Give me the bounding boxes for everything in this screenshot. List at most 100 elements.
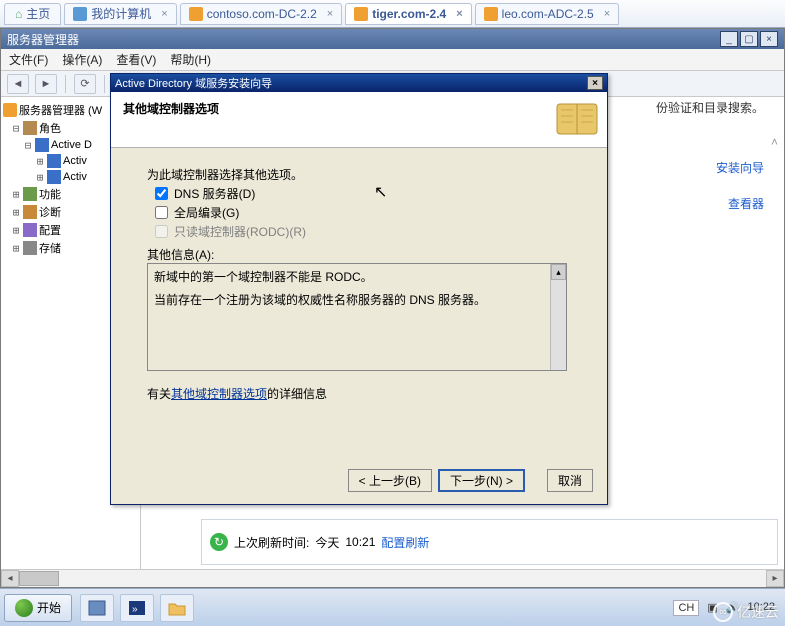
expand-icon[interactable]: ⊞ bbox=[11, 242, 21, 255]
option-gc-row: 全局编录(G) bbox=[155, 204, 571, 221]
language-indicator[interactable]: CH bbox=[673, 600, 699, 616]
content-link[interactable]: 查看器 bbox=[728, 195, 764, 212]
tree-label: Active D bbox=[51, 139, 92, 151]
tab-my-computer[interactable]: 我的计算机 × bbox=[64, 3, 176, 25]
scroll-thumb[interactable] bbox=[19, 571, 59, 586]
wizard-heading: 其他域控制器选项 bbox=[123, 100, 595, 117]
tree-label: Activ bbox=[63, 171, 87, 183]
features-icon bbox=[23, 187, 37, 201]
svg-text:»: » bbox=[132, 604, 138, 615]
diagnostics-icon bbox=[23, 205, 37, 219]
tab-tiger[interactable]: tiger.com-2.4 × bbox=[345, 3, 471, 25]
windows-orb-icon bbox=[15, 599, 33, 617]
storage-icon bbox=[23, 241, 37, 255]
more-info: 有关其他域控制器选项的详细信息 bbox=[147, 385, 571, 402]
scroll-track[interactable] bbox=[19, 570, 766, 587]
menu-action[interactable]: 操作(A) bbox=[62, 51, 102, 68]
start-button[interactable]: 开始 bbox=[4, 594, 72, 622]
wizard-title-text: Active Directory 域服务安装向导 bbox=[115, 75, 272, 91]
close-icon[interactable]: × bbox=[604, 8, 610, 20]
status-refresh-link[interactable]: 配置刷新 bbox=[381, 534, 429, 551]
taskbar-apps: » bbox=[80, 594, 194, 622]
menu-view[interactable]: 查看(V) bbox=[116, 51, 156, 68]
tree-label: 配置 bbox=[39, 222, 61, 238]
wizard-header: 其他域控制器选项 bbox=[111, 92, 607, 148]
wizard-close-button[interactable]: × bbox=[587, 76, 603, 90]
watermark-text: 亿速云 bbox=[737, 602, 779, 622]
tab-home[interactable]: 主页 bbox=[4, 3, 61, 25]
wizard-prompt: 为此域控制器选择其他选项。 bbox=[147, 166, 571, 183]
window-title: 服务器管理器 bbox=[7, 31, 79, 48]
scroll-up-button[interactable]: ▴ bbox=[551, 264, 566, 280]
server-icon bbox=[3, 103, 17, 117]
toolbar-forward-button[interactable]: ► bbox=[35, 74, 57, 94]
collapse-arrow-icon[interactable]: ˄ bbox=[771, 135, 778, 149]
gc-label: 全局编录(G) bbox=[174, 204, 239, 221]
tab-leo[interactable]: leo.com-ADC-2.5 × bbox=[475, 3, 619, 25]
server-icon bbox=[189, 7, 203, 21]
ad-icon bbox=[47, 170, 61, 184]
collapse-icon[interactable]: ⊟ bbox=[11, 122, 21, 135]
expand-icon[interactable]: ⊞ bbox=[11, 188, 21, 201]
expand-icon[interactable]: ⊞ bbox=[11, 224, 21, 237]
tab-label: leo.com-ADC-2.5 bbox=[502, 7, 594, 21]
more-suffix: 的详细信息 bbox=[267, 387, 327, 401]
expand-icon[interactable]: ⊞ bbox=[11, 206, 21, 219]
ad-install-wizard-dialog: Active Directory 域服务安装向导 × 其他域控制器选项 为此域控… bbox=[110, 73, 608, 505]
maximize-button[interactable]: ▢ bbox=[740, 31, 758, 47]
tree-label: 角色 bbox=[39, 120, 61, 136]
watermark-logo-icon: ∞ bbox=[713, 602, 733, 622]
toolbar-back-button[interactable]: ◄ bbox=[7, 74, 29, 94]
computer-icon bbox=[73, 7, 87, 21]
configuration-icon bbox=[23, 223, 37, 237]
task-explorer-icon[interactable] bbox=[160, 594, 194, 622]
info-line: 新域中的第一个域控制器不能是 RODC。 bbox=[154, 268, 560, 285]
more-info-link[interactable]: 其他域控制器选项 bbox=[171, 387, 267, 401]
close-button[interactable]: × bbox=[760, 31, 778, 47]
gc-checkbox[interactable] bbox=[155, 206, 168, 219]
watermark: ∞ 亿速云 bbox=[713, 602, 779, 622]
expand-icon[interactable]: ⊞ bbox=[35, 171, 45, 184]
rodc-label: 只读域控制器(RODC)(R) bbox=[174, 223, 306, 240]
info-line: 当前存在一个注册为该域的权威性名称服务器的 DNS 服务器。 bbox=[154, 291, 560, 308]
menu-file[interactable]: 文件(F) bbox=[9, 51, 48, 68]
status-today: 今天 bbox=[315, 534, 339, 551]
tab-contoso[interactable]: contoso.com-DC-2.2 × bbox=[180, 3, 342, 25]
taskbar: 开始 » CH ▣ 🔊 10:22 bbox=[0, 588, 785, 626]
close-icon[interactable]: × bbox=[161, 8, 167, 20]
tree-label: 诊断 bbox=[39, 204, 61, 220]
status-clock: 10:21 bbox=[345, 535, 375, 549]
wizard-button-row: < 上一步(B) 下一步(N) > 取消 bbox=[348, 469, 593, 492]
horizontal-scrollbar[interactable]: ◂ ▸ bbox=[1, 569, 784, 587]
server-icon bbox=[484, 7, 498, 21]
server-manager-titlebar[interactable]: 服务器管理器 _ ▢ × bbox=[1, 29, 784, 49]
info-vertical-scrollbar[interactable]: ▴ bbox=[550, 264, 566, 370]
collapse-icon[interactable]: ⊟ bbox=[23, 139, 33, 152]
task-server-manager-icon[interactable] bbox=[80, 594, 114, 622]
home-icon bbox=[15, 7, 22, 21]
scroll-right-button[interactable]: ▸ bbox=[766, 570, 784, 587]
minimize-button[interactable]: _ bbox=[720, 31, 738, 47]
folder-icon bbox=[167, 599, 187, 617]
wizard-titlebar[interactable]: Active Directory 域服务安装向导 × bbox=[111, 74, 607, 92]
menu-help[interactable]: 帮助(H) bbox=[170, 51, 211, 68]
rodc-checkbox bbox=[155, 225, 168, 238]
start-label: 开始 bbox=[37, 599, 61, 616]
info-textbox[interactable]: 新域中的第一个域控制器不能是 RODC。 当前存在一个注册为该域的权威性名称服务… bbox=[147, 263, 567, 371]
dns-checkbox[interactable] bbox=[155, 187, 168, 200]
tab-label: tiger.com-2.4 bbox=[372, 7, 446, 21]
toolbar-refresh-button[interactable]: ⟳ bbox=[74, 74, 96, 94]
server-manager-icon bbox=[87, 599, 107, 617]
cancel-button[interactable]: 取消 bbox=[547, 469, 593, 492]
next-button[interactable]: 下一步(N) > bbox=[438, 469, 525, 492]
close-icon[interactable]: × bbox=[327, 8, 333, 20]
close-icon[interactable]: × bbox=[456, 8, 462, 20]
scroll-left-button[interactable]: ◂ bbox=[1, 570, 19, 587]
task-powershell-icon[interactable]: » bbox=[120, 594, 154, 622]
content-link[interactable]: 安装向导 bbox=[716, 159, 764, 176]
back-button[interactable]: < 上一步(B) bbox=[348, 469, 432, 492]
tree-label: Activ bbox=[63, 155, 87, 167]
expand-icon[interactable]: ⊞ bbox=[35, 155, 45, 168]
dns-label: DNS 服务器(D) bbox=[174, 185, 255, 202]
vm-tab-bar: 主页 我的计算机 × contoso.com-DC-2.2 × tiger.co… bbox=[0, 0, 785, 28]
